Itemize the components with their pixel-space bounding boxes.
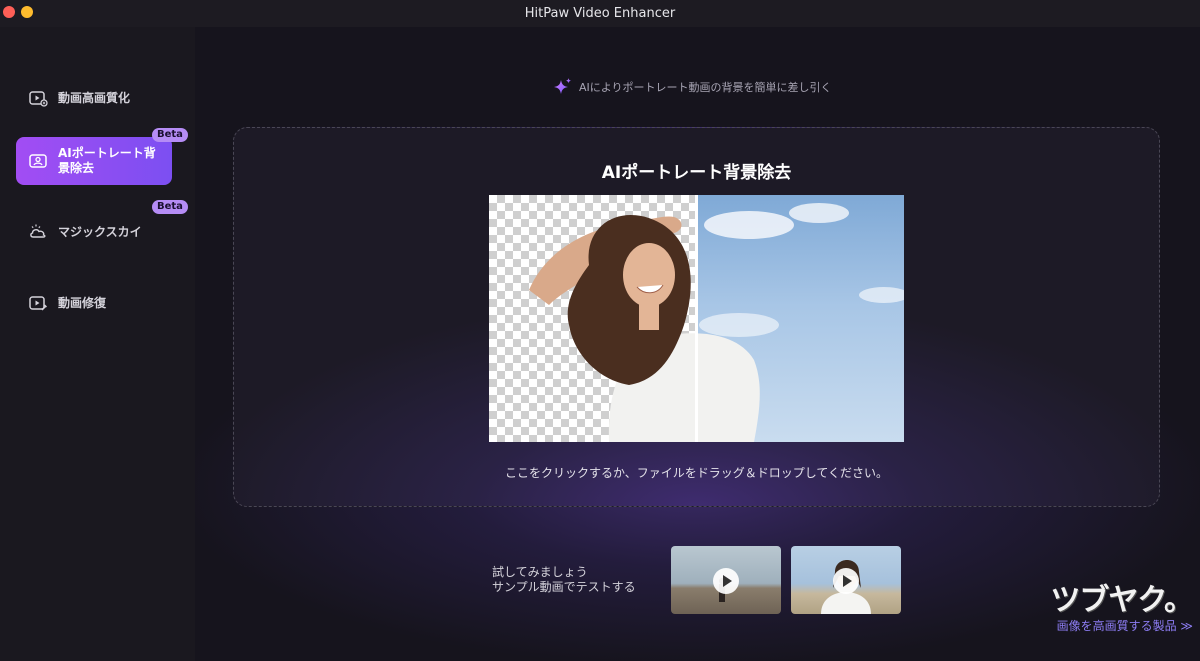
comparison-divider[interactable] — [695, 195, 698, 442]
sparkle-icon — [554, 78, 572, 94]
title-bar: HitPaw Video Enhancer — [0, 0, 1200, 27]
minimize-window-button[interactable] — [21, 6, 33, 18]
sidebar-item-label: マジックスカイ — [58, 224, 142, 239]
dropzone-title: AIポートレート背景除去 — [601, 163, 792, 183]
watermark-link[interactable]: 画像を高画質する製品 ≫ — [1018, 618, 1193, 634]
sample-prompt-line2: サンプル動画でテストする — [492, 580, 636, 594]
watermark: ツブヤク。 画像を高画質する製品 ≫ — [1018, 583, 1194, 634]
cloud-sky-icon — [30, 224, 46, 238]
close-window-button[interactable] — [3, 6, 15, 18]
sidebar-item-label: 動画高画質化 — [58, 90, 131, 105]
sidebar-item-label: AIポートレート背 景除去 — [58, 146, 156, 175]
file-dropzone[interactable]: AIポートレート背景除去 ここをクリックするか、ファイルをドラッグ＆ドロップして… — [233, 127, 1160, 507]
sidebar: 動画高画質化 AIポートレート背 景除去 Beta マジックスカイ Beta 動画… — [0, 27, 195, 661]
video-enhance-icon — [29, 91, 48, 107]
portrait-camera-icon — [29, 154, 47, 168]
sample-video-1[interactable] — [671, 546, 781, 614]
app-title: HitPaw Video Enhancer — [524, 6, 676, 21]
play-icon[interactable] — [833, 568, 859, 594]
tip-banner: AIによりポートレート動画の背景を簡単に差し引く — [553, 77, 832, 97]
video-repair-icon — [29, 296, 47, 311]
sidebar-item-label: 動画修復 — [58, 295, 107, 310]
beta-badge: Beta — [152, 200, 188, 214]
sidebar-item-ai-portrait[interactable]: AIポートレート背 景除去 — [16, 137, 172, 185]
tip-text: AIによりポートレート動画の背景を簡単に差し引く — [579, 81, 832, 94]
preview-image — [489, 195, 904, 442]
dropzone-hint: ここをクリックするか、ファイルをドラッグ＆ドロップしてください。 — [504, 466, 889, 480]
sample-prompt-line1: 試してみましょう — [492, 565, 588, 579]
sidebar-item-magic-sky[interactable]: マジックスカイ — [16, 208, 172, 256]
sidebar-item-video-repair[interactable]: 動画修復 — [16, 279, 172, 327]
sidebar-item-video-enhance[interactable]: 動画高画質化 — [16, 74, 172, 122]
main-panel: AIによりポートレート動画の背景を簡単に差し引く AIポートレート背景除去 ここ… — [195, 27, 1200, 661]
sample-prompt: 試してみましょう サンプル動画でテストする — [492, 565, 636, 595]
sample-video-2[interactable] — [791, 546, 901, 614]
beta-badge: Beta — [152, 128, 188, 142]
watermark-logo: ツブヤク。 — [1050, 583, 1194, 618]
play-icon[interactable] — [713, 568, 739, 594]
